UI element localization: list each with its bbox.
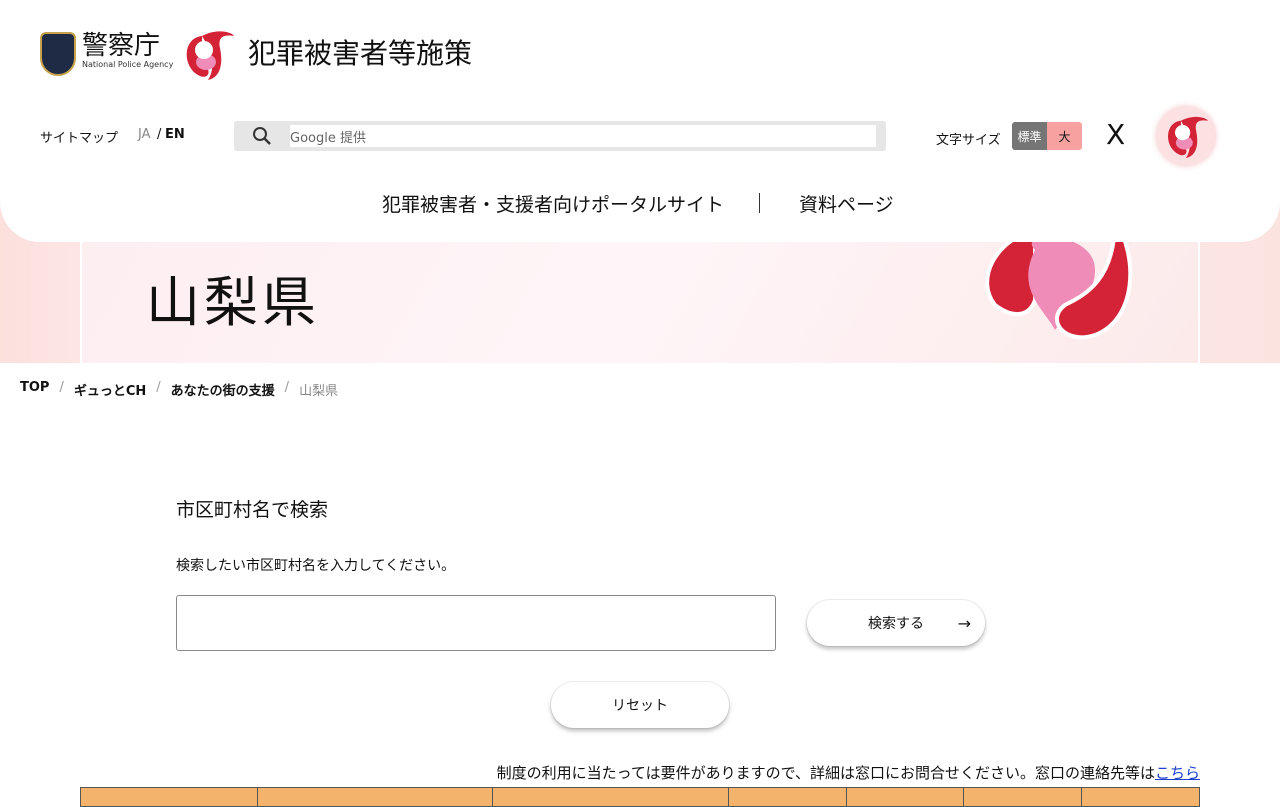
search-heading: 市区町村名で検索 (176, 499, 329, 521)
table-header-cell (493, 788, 729, 806)
font-size-label: 文字サイズ (936, 133, 1001, 148)
usage-notice: 制度の利用に当たっては要件がありますので、詳細は窓口にお問合せください。窓口の連… (497, 762, 1200, 783)
mascot-logo-icon[interactable] (182, 28, 234, 80)
search-description: 検索したい市区町村名を入力してください。 (176, 558, 456, 574)
table-header-cell (1082, 788, 1199, 806)
site-header: 警察庁 National Police Agency 犯罪被害者等施策 サイトマッ… (0, 0, 1280, 242)
agency-name: 警察庁 (82, 31, 161, 61)
x-icon[interactable]: X (1106, 118, 1125, 151)
table-header-cell (729, 788, 847, 806)
arrow-right-icon: → (957, 613, 971, 633)
site-title[interactable]: 犯罪被害者等施策 (248, 32, 472, 72)
lang-separator: / (157, 127, 162, 142)
table-header-cell (258, 788, 493, 806)
font-large-button[interactable]: 大 (1047, 122, 1082, 150)
breadcrumb-top[interactable]: TOP (20, 380, 49, 399)
search-input[interactable]: Google 提供 (290, 125, 876, 147)
font-standard-button[interactable]: 標準 (1012, 122, 1047, 150)
breadcrumb-local-support[interactable]: あなたの街の支援 (171, 380, 275, 399)
nav-materials[interactable]: 資料ページ (799, 190, 894, 217)
table-header-cell (964, 788, 1082, 806)
table-header-cell (847, 788, 964, 806)
sitemap-link[interactable]: サイトマップ (40, 127, 118, 146)
table-header-cell (81, 788, 258, 806)
search-submit-label: 検索する (868, 616, 924, 632)
page-title: 山梨県 (146, 271, 320, 334)
breadcrumb-gyutto[interactable]: ギュっとCH (74, 380, 146, 399)
breadcrumb-separator: / (59, 380, 64, 395)
agency-name-en: National Police Agency (82, 60, 174, 69)
breadcrumb-separator: / (284, 380, 290, 395)
breadcrumb-current: 山梨県 (299, 384, 339, 399)
reset-button[interactable]: リセット (551, 682, 729, 728)
search-icon[interactable] (252, 126, 272, 146)
municipality-search-input[interactable] (176, 595, 776, 651)
mascot-circle-button[interactable] (1156, 106, 1216, 166)
lang-en-link[interactable]: EN (165, 127, 185, 142)
notice-text: 制度の利用に当たっては要件がありますので、詳細は窓口にお問合せください。窓口の連… (496, 764, 1155, 782)
contact-link[interactable]: こちら (1155, 764, 1200, 782)
table-header-row (80, 787, 1200, 807)
breadcrumb: TOP / ギュっとCH / あなたの街の支援 / 山梨県 (20, 380, 338, 399)
search-submit-button[interactable]: 検索する → (807, 600, 985, 646)
site-search: Google 提供 (234, 121, 886, 151)
police-badge-icon (40, 32, 76, 76)
lang-ja-link[interactable]: JA (138, 127, 151, 142)
nav-divider (759, 193, 760, 213)
mascot-icon (1168, 116, 1208, 158)
nav-portal-site[interactable]: 犯罪被害者・支援者向けポータルサイト (382, 190, 724, 217)
breadcrumb-separator: / (156, 380, 161, 395)
npa-logo[interactable]: 警察庁 National Police Agency (40, 32, 173, 76)
